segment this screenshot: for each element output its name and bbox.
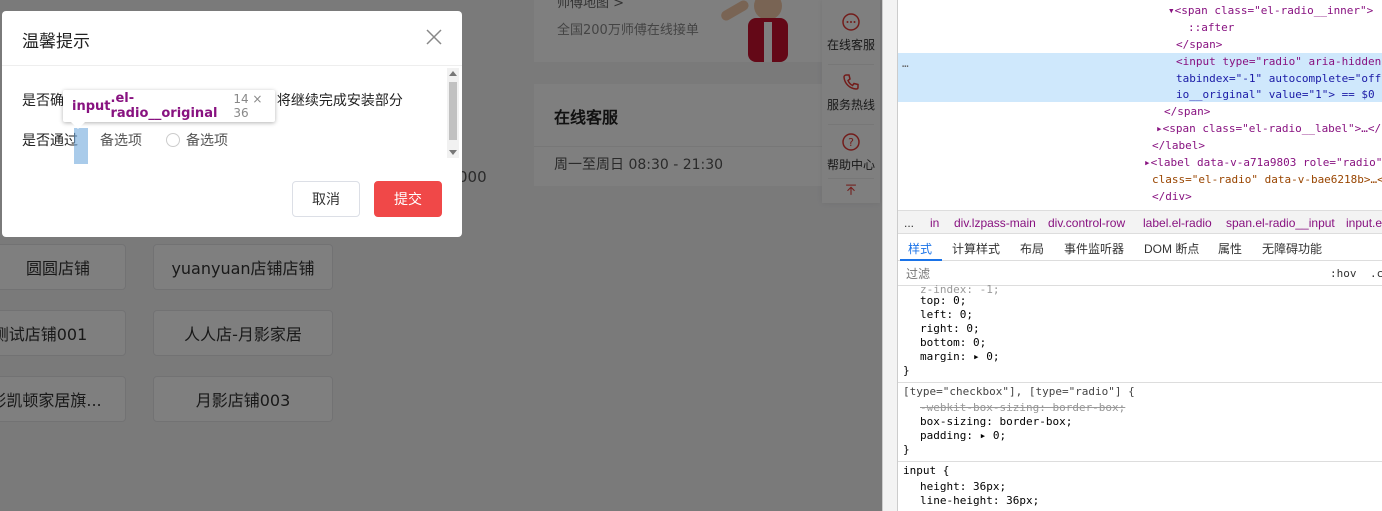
css-decl[interactable]: margin: ▸ 0;: [920, 350, 999, 364]
radio-option-1[interactable]: 备选项: [80, 130, 142, 150]
inspect-highlight: [74, 128, 88, 164]
tab-computed[interactable]: 计算样式: [952, 240, 1000, 257]
tab-event-listeners[interactable]: 事件监听器: [1064, 240, 1124, 257]
crumb[interactable]: in: [930, 216, 939, 230]
css-decl[interactable]: padding: ▸ 0;: [920, 429, 1006, 443]
tab-accessibility[interactable]: 无障碍功能: [1262, 240, 1322, 257]
divider: [898, 461, 1382, 462]
radio-option-2[interactable]: 备选项: [166, 130, 228, 150]
node-ellipsis[interactable]: …: [902, 55, 909, 72]
tab-styles[interactable]: 样式: [908, 240, 932, 257]
radio-group-label: 是否通过: [22, 133, 78, 149]
dom-line[interactable]: class="el-radio" data-v-bae6218b>…<: [1152, 171, 1382, 188]
dom-line[interactable]: ▸<label data-v-a71a9803 role="radio": [1144, 154, 1382, 171]
dom-line[interactable]: </span>: [1164, 103, 1210, 120]
dialog-scrollbar[interactable]: [447, 68, 459, 158]
dom-line[interactable]: </label>: [1152, 137, 1205, 154]
radio-label: 备选项: [100, 133, 142, 149]
scroll-down-arrow[interactable]: [449, 150, 457, 155]
close-icon[interactable]: [424, 27, 444, 47]
dialog-title: 温馨提示: [22, 32, 90, 52]
scroll-thumb[interactable]: [449, 82, 457, 140]
tooltip-class: .el-radio__original: [110, 91, 218, 121]
dom-line[interactable]: <input type="radio" aria-hidden: [1176, 53, 1381, 70]
dom-line[interactable]: ▸<span class="el-radio__label">…</: [1156, 120, 1381, 137]
hov-toggle[interactable]: :hov: [1330, 267, 1357, 280]
dom-line[interactable]: tabindex="-1" autocomplete="off: [1176, 70, 1381, 87]
filter-input[interactable]: [902, 265, 1320, 283]
css-decl[interactable]: box-sizing: border-box;: [920, 415, 1072, 429]
active-tab-indicator: [900, 259, 942, 261]
css-brace: }: [903, 443, 910, 456]
cancel-button[interactable]: 取消: [292, 181, 360, 217]
css-decl[interactable]: left: 0;: [920, 308, 973, 322]
tooltip-size: 14 × 36: [233, 92, 263, 120]
css-decl[interactable]: line-height: 36px;: [920, 494, 1039, 508]
app-page: 师傅地图 > 全国200万师傅在线接单 在线客服 周一至周日 08:30 - 2…: [0, 0, 882, 511]
message-suffix: 将继续完成安装部分: [272, 93, 403, 109]
css-decl[interactable]: bottom: 0;: [920, 336, 986, 350]
dom-line[interactable]: </div>: [1152, 188, 1192, 205]
css-selector[interactable]: input {: [903, 464, 949, 478]
radio-label: 备选项: [186, 133, 228, 149]
tooltip-tag: input: [72, 98, 111, 114]
crumb[interactable]: input.e: [1346, 216, 1382, 230]
devtools-panel: … ▾<span class="el-radio__inner"> ::afte…: [898, 0, 1382, 511]
dom-line[interactable]: io__original" value="1"> == $0: [1176, 86, 1375, 103]
crumb[interactable]: div.lzpass-main: [954, 216, 1036, 230]
crumb[interactable]: div.control-row: [1048, 216, 1125, 230]
cls-toggle[interactable]: .c: [1370, 267, 1382, 280]
tooltip-arrow: [71, 122, 85, 129]
css-brace: }: [903, 364, 910, 377]
inspect-tooltip: input .el-radio__original 14 × 36: [63, 90, 275, 129]
radio-dot[interactable]: [166, 133, 180, 147]
css-decl[interactable]: top: 0;: [920, 294, 966, 308]
crumb[interactable]: label.el-radio: [1143, 216, 1212, 230]
dom-line[interactable]: ▾<span class="el-radio__inner">: [1168, 2, 1373, 19]
tab-properties[interactable]: 属性: [1218, 240, 1242, 257]
tab-dom-breakpoints[interactable]: DOM 断点: [1144, 240, 1199, 257]
css-decl[interactable]: height: 36px;: [920, 480, 1006, 494]
dom-line[interactable]: </span>: [1176, 36, 1222, 53]
styles-tabs: 样式 计算样式 布局 事件监听器 DOM 断点 属性 无障碍功能: [898, 235, 1382, 261]
devtools-splitter[interactable]: [882, 0, 898, 511]
crumb[interactable]: span.el-radio__input: [1226, 216, 1335, 230]
css-decl[interactable]: -webkit-box-sizing: border-box;: [920, 401, 1125, 415]
tab-layout[interactable]: 布局: [1020, 240, 1044, 257]
dom-breadcrumbs: ... in div.lzpass-main div.control-row l…: [898, 210, 1382, 234]
divider: [898, 382, 1382, 383]
dom-line[interactable]: ::after: [1188, 19, 1234, 36]
css-selector[interactable]: [type="checkbox"], [type="radio"] {: [903, 385, 1135, 399]
css-decl[interactable]: right: 0;: [920, 322, 980, 336]
submit-button[interactable]: 提交: [374, 181, 442, 217]
scroll-up-arrow[interactable]: [449, 71, 457, 76]
crumb[interactable]: ...: [904, 216, 914, 230]
